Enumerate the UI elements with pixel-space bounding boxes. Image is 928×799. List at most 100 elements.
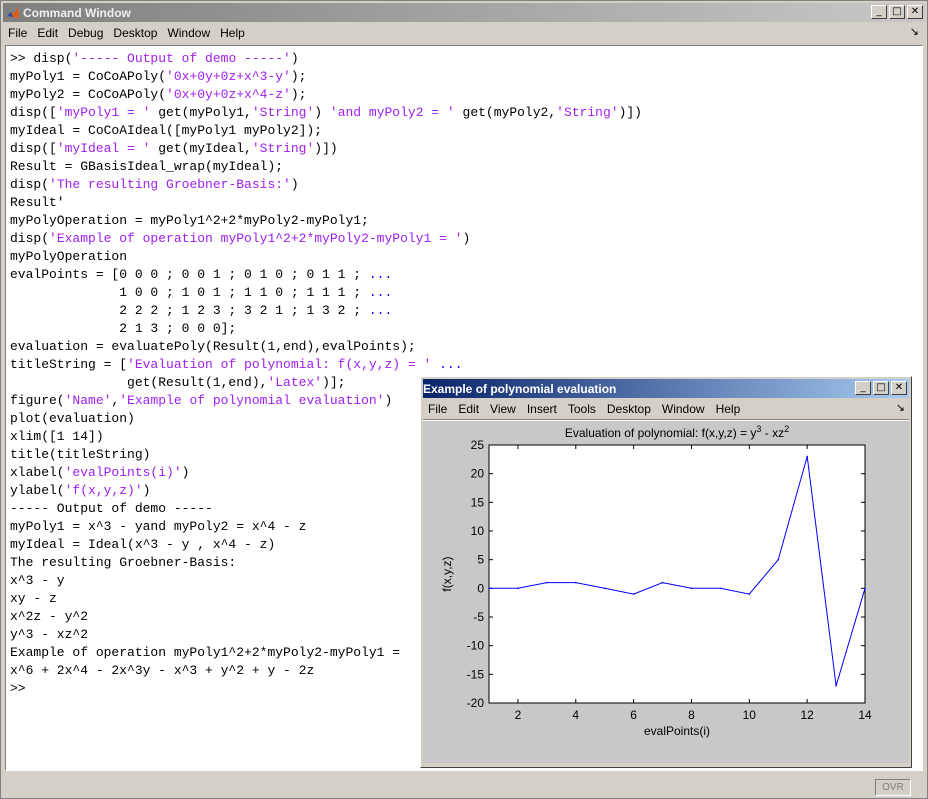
code-text: ) [314, 105, 330, 120]
y-tick-label: -5 [473, 610, 484, 624]
figure-menu-tools[interactable]: Tools [563, 402, 602, 416]
string-literal: 'Example of operation myPoly1^2+2*myPoly… [49, 231, 463, 246]
code-text: 2 2 2 ; 1 2 3 ; 3 2 1 ; 1 3 2 ; [10, 303, 369, 318]
plot-canvas[interactable]: -20 -15 -10 -5 0 5 10 15 20 25 2 4 6 8 10 12 14 Evaluat… [423, 421, 909, 763]
command-line: Result = GBasisIdeal_wrap(myIdeal); [10, 158, 642, 176]
code-text: xy - z [10, 591, 57, 606]
figure-menu-desktop[interactable]: Desktop [602, 402, 657, 416]
code-text: get(myPoly2, [454, 105, 557, 120]
code-text: ) [290, 51, 299, 66]
figure-window-titlebar[interactable]: Example of polynomial evaluation _ □ ✕ [423, 379, 909, 435]
data-point [690, 587, 693, 590]
command-line: myPolyOperation [10, 248, 642, 266]
y-tick-label: 20 [471, 467, 485, 481]
menu-desktop[interactable]: Desktop [108, 26, 162, 40]
code-text: plot(evaluation) [10, 411, 135, 426]
string-literal: 'myIdeal = ' [56, 141, 151, 156]
data-point [661, 581, 664, 584]
figure-menu-file[interactable]: File [423, 402, 453, 416]
status-bar: OVR [5, 777, 923, 796]
code-text: x^6 + 2x^4 - 2x^3y - x^3 + y^2 + y - 2z [10, 663, 315, 678]
figure-close-button[interactable]: ✕ [891, 381, 907, 395]
data-point [488, 587, 490, 590]
code-text: disp([ [10, 105, 57, 120]
figure-menu-help[interactable]: Help [711, 402, 747, 416]
code-text: >> [10, 681, 26, 696]
code-text: xlim([1 14]) [10, 429, 104, 444]
string-literal: 'and myPoly2 = ' [329, 105, 455, 120]
data-point [748, 593, 751, 595]
code-text: Result = GBasisIdeal_wrap(myIdeal); [10, 159, 284, 174]
code-text: ) [142, 483, 151, 498]
close-button[interactable]: ✕ [907, 5, 923, 19]
axes-box[interactable] [488, 444, 866, 704]
command-line: Result' [10, 194, 642, 212]
command-window-title: Command Window [23, 5, 131, 20]
menu-file[interactable]: File [3, 26, 32, 40]
string-literal: 'Example of polynomial evaluation' [119, 393, 385, 408]
figure-menubar: File Edit View Insert Tools Desktop Wind… [423, 399, 909, 418]
y-tick-label: -10 [467, 639, 485, 653]
figure-menu-window[interactable]: Window [657, 402, 711, 416]
string-literal: 'String' [556, 105, 619, 120]
y-tick-label: 10 [471, 524, 485, 538]
continuation-marker: ... [368, 267, 393, 282]
figure-menu-insert[interactable]: Insert [522, 402, 563, 416]
code-text: myIdeal = Ideal(x^3 - y , x^4 - z) [10, 537, 276, 552]
continuation-marker: ... [439, 357, 463, 372]
code-text: myPoly1 = x^3 - yand myPoly2 = x^4 - z [10, 519, 307, 534]
code-text: get(myPoly1, [150, 105, 252, 120]
data-point [546, 581, 548, 584]
code-text: ) [290, 177, 299, 192]
command-line: 2 1 3 ; 0 0 0]; [10, 320, 642, 338]
code-text: 1 0 0 ; 1 0 1 ; 1 1 0 ; 1 1 1 ; [10, 285, 369, 300]
string-literal: '0x+0y+0z+x^3-y' [166, 69, 291, 84]
string-literal: 'String' [251, 141, 315, 156]
code-text: Result' [10, 195, 65, 210]
code-text: ) [181, 465, 190, 480]
code-text: )]) [618, 105, 642, 120]
menu-debug[interactable]: Debug [63, 26, 108, 40]
menu-help[interactable]: Help [215, 26, 250, 40]
x-axis-label: evalPoints(i) [644, 724, 710, 738]
string-literal: '----- Output of demo -----' [72, 51, 291, 66]
command-line: evalPoints = [0 0 0 ; 0 0 1 ; 0 1 0 ; 0 … [10, 266, 642, 284]
command-line: myIdeal = CoCoAIdeal([myPoly1 myPoly2]); [10, 122, 642, 140]
dock-arrow-icon[interactable]: ↘ [910, 25, 919, 38]
figure-menu-view[interactable]: View [485, 402, 522, 416]
code-text: x^3 - y [10, 573, 65, 588]
figure-window-title: Example of polynomial evaluation [423, 381, 617, 396]
code-text: )]; [322, 375, 346, 390]
y-tick-label: 15 [471, 495, 485, 509]
code-text: y^3 - xz^2 [10, 627, 89, 642]
figure-menu-edit[interactable]: Edit [453, 402, 485, 416]
code-text: myPoly1 = CoCoAPoly( [10, 69, 167, 84]
command-window-titlebar[interactable]: Command Window _ □ ✕ [3, 3, 925, 22]
continuation-marker: ... [368, 303, 393, 318]
code-text: evalPoints = [0 0 0 ; 0 0 1 ; 0 1 0 ; 0 … [10, 267, 369, 282]
matlab-logo-icon [7, 6, 19, 18]
figure-minimize-button[interactable]: _ [855, 381, 871, 395]
code-text: Example of operation myPoly1^2+2*myPoly2… [10, 645, 401, 660]
minimize-button[interactable]: _ [871, 5, 887, 19]
y-axis-label: f(x,y,z) [440, 556, 454, 591]
string-literal: 'myPoly1 = ' [56, 105, 151, 120]
data-point [777, 558, 780, 561]
menu-edit[interactable]: Edit [32, 26, 63, 40]
code-text: myPolyOperation [10, 249, 128, 264]
menu-window[interactable]: Window [162, 26, 215, 40]
command-line: myPoly2 = CoCoAPoly('0x+0y+0z+x^4-z'); [10, 86, 642, 104]
maximize-button[interactable]: □ [889, 5, 905, 19]
figure-window: Example of polynomial evaluation _ □ ✕ F… [420, 376, 912, 768]
x-tick-label: 4 [572, 708, 579, 722]
command-line: titleString = ['Evaluation of polynomial… [10, 356, 642, 374]
command-line: disp(['myPoly1 = ' get(myPoly1, 'String')… [10, 104, 642, 122]
x-tick-label: 2 [515, 708, 522, 722]
string-literal: 'The resulting Groebner-Basis:' [49, 177, 291, 192]
code-text: ylabel( [10, 483, 65, 498]
ovr-indicator: OVR [875, 779, 911, 796]
code-text: title(titleString) [10, 447, 151, 462]
figure-dock-arrow-icon[interactable]: ↘ [896, 401, 905, 414]
figure-maximize-button[interactable]: □ [873, 381, 889, 395]
string-literal: 'evalPoints(i)' [64, 465, 182, 480]
